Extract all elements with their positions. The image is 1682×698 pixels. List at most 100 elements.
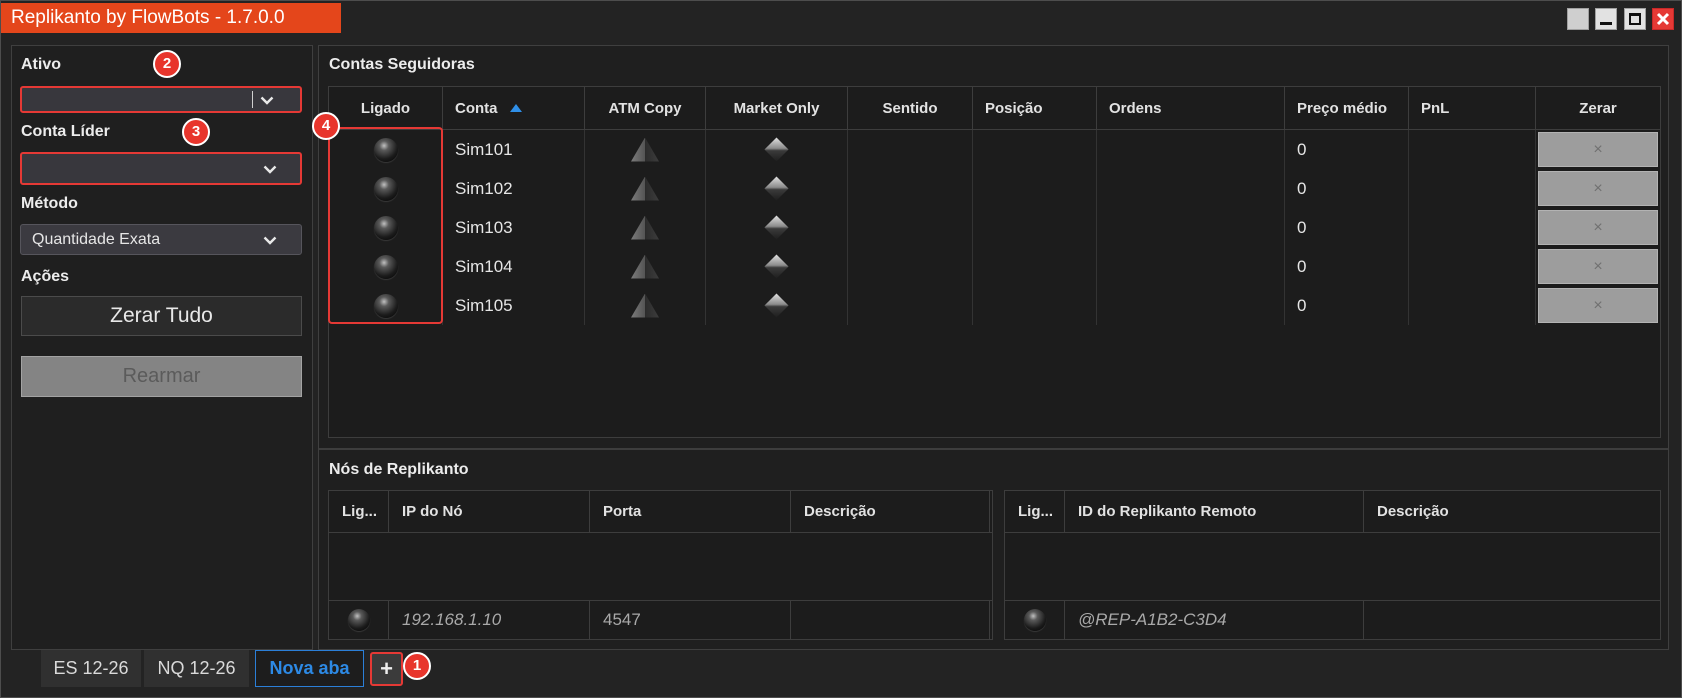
section-divider [319, 448, 1668, 450]
atm-copy-cell[interactable] [585, 286, 706, 325]
ordens-cell [1097, 247, 1285, 286]
column-header-ip[interactable]: IP do Nó [389, 491, 590, 532]
zerar-cell: × [1536, 169, 1660, 208]
market-only-cell[interactable] [706, 286, 848, 325]
triangle-icon[interactable] [631, 137, 659, 162]
triangle-icon[interactable] [631, 215, 659, 240]
tab-nq-12-26[interactable]: NQ 12-26 [144, 650, 249, 687]
zerar-button[interactable]: × [1538, 132, 1658, 167]
column-header-zerar[interactable]: Zerar [1536, 87, 1660, 129]
atm-copy-cell[interactable] [585, 130, 706, 169]
market-only-cell[interactable] [706, 247, 848, 286]
diamond-icon[interactable] [764, 215, 789, 240]
atm-copy-cell[interactable] [585, 169, 706, 208]
chevron-down-icon[interactable] [263, 165, 277, 174]
ip-cell[interactable]: 192.168.1.10 [389, 601, 590, 639]
column-header-filler [990, 491, 992, 532]
zerar-button[interactable]: × [1538, 210, 1658, 245]
zerar-tudo-button[interactable]: Zerar Tudo [21, 296, 302, 336]
posicao-cell [973, 247, 1097, 286]
market-only-cell[interactable] [706, 130, 848, 169]
diamond-icon[interactable] [764, 293, 789, 318]
market-only-cell[interactable] [706, 208, 848, 247]
column-header-porta[interactable]: Porta [590, 491, 791, 532]
main-panel: Contas Seguidoras 4 Ligado Conta ATM Cop… [312, 45, 1669, 650]
column-header-preco-medio[interactable]: Preço médio [1285, 87, 1409, 129]
zerar-button[interactable]: × [1538, 249, 1658, 284]
sort-ascending-icon[interactable] [509, 104, 522, 112]
column-header-sentido[interactable]: Sentido [848, 87, 973, 129]
table-row[interactable]: @REP-A1B2-C3D4 [1005, 600, 1660, 639]
zerar-cell: × [1536, 247, 1660, 286]
close-icon: × [1593, 257, 1603, 275]
table-row[interactable]: Sim101 0 × [329, 130, 1660, 169]
descricao-cell[interactable] [1364, 601, 1660, 639]
column-header-pnl[interactable]: PnL [1409, 87, 1536, 129]
conta-cell: Sim101 [443, 130, 585, 169]
column-header-conta-label: Conta [455, 99, 498, 117]
zerar-button[interactable]: × [1538, 171, 1658, 206]
posicao-cell [973, 208, 1097, 247]
triangle-icon[interactable] [631, 176, 659, 201]
ligado-cell[interactable] [329, 601, 389, 639]
metodo-label: Método [21, 195, 78, 212]
minimize-button[interactable] [1595, 8, 1617, 30]
column-header-market-only[interactable]: Market Only [706, 87, 848, 129]
posicao-cell [973, 286, 1097, 325]
add-tab-button[interactable]: + [370, 652, 403, 686]
settings-panel: Ativo 2 Conta Líder 3 Método Quantidade … [11, 45, 313, 650]
conta-cell: Sim102 [443, 169, 585, 208]
ativo-dropdown[interactable] [20, 86, 302, 113]
led-off-icon[interactable] [1023, 609, 1046, 631]
close-icon: × [1593, 179, 1603, 197]
diamond-icon[interactable] [764, 137, 789, 162]
column-header-ligado[interactable]: Lig... [1005, 491, 1065, 532]
porta-cell[interactable]: 4547 [590, 601, 791, 639]
column-header-conta[interactable]: Conta [443, 87, 585, 129]
triangle-icon[interactable] [631, 254, 659, 279]
column-header-descricao[interactable]: Descrição [1364, 491, 1660, 532]
column-header-atm-copy[interactable]: ATM Copy [585, 87, 706, 129]
market-only-cell[interactable] [706, 169, 848, 208]
maximize-button[interactable] [1624, 8, 1646, 30]
table-header: Lig... ID do Replikanto Remoto Descrição [1005, 491, 1660, 533]
table-row[interactable]: Sim105 0 × [329, 286, 1660, 325]
column-header-descricao[interactable]: Descrição [791, 491, 990, 532]
column-header-id-remoto[interactable]: ID do Replikanto Remoto [1065, 491, 1364, 532]
metodo-dropdown[interactable]: Quantidade Exata [20, 224, 302, 255]
window-menu-button[interactable] [1567, 8, 1589, 30]
zerar-button[interactable]: × [1538, 288, 1658, 323]
table-row[interactable]: Sim102 0 × [329, 169, 1660, 208]
close-icon: × [1593, 140, 1603, 158]
atm-copy-cell[interactable] [585, 208, 706, 247]
column-header-ligado[interactable]: Lig... [329, 491, 389, 532]
column-header-posicao[interactable]: Posição [973, 87, 1097, 129]
id-remoto-cell[interactable]: @REP-A1B2-C3D4 [1065, 601, 1364, 639]
descricao-cell[interactable] [791, 601, 990, 639]
diamond-icon[interactable] [764, 254, 789, 279]
tab-es-12-26[interactable]: ES 12-26 [41, 650, 141, 687]
conta-lider-dropdown[interactable] [20, 152, 302, 185]
tab-nova-aba[interactable]: Nova aba [255, 650, 364, 687]
atm-copy-cell[interactable] [585, 247, 706, 286]
ordens-cell [1097, 130, 1285, 169]
nos-de-replikanto-title: Nós de Replikanto [329, 461, 469, 478]
column-header-ligado[interactable]: Ligado [329, 87, 443, 129]
chevron-down-icon[interactable] [263, 236, 277, 245]
remote-nodes-table: Lig... ID do Replikanto Remoto Descrição… [1004, 490, 1661, 640]
chevron-down-icon[interactable] [260, 96, 274, 105]
triangle-icon[interactable] [631, 293, 659, 318]
led-off-icon[interactable] [347, 609, 370, 631]
table-row[interactable]: Sim104 0 × [329, 247, 1660, 286]
followers-table: Ligado Conta ATM Copy Market Only Sentid… [328, 86, 1661, 438]
sentido-cell [848, 208, 973, 247]
conta-cell: Sim104 [443, 247, 585, 286]
rearmar-button[interactable]: Rearmar [21, 356, 302, 397]
column-header-ordens[interactable]: Ordens [1097, 87, 1285, 129]
table-row[interactable]: Sim103 0 × [329, 208, 1660, 247]
close-button[interactable] [1652, 8, 1674, 30]
annotation-badge-3: 3 [182, 118, 210, 146]
ligado-cell[interactable] [1005, 601, 1065, 639]
diamond-icon[interactable] [764, 176, 789, 201]
table-row[interactable]: 192.168.1.10 4547 [329, 600, 992, 639]
